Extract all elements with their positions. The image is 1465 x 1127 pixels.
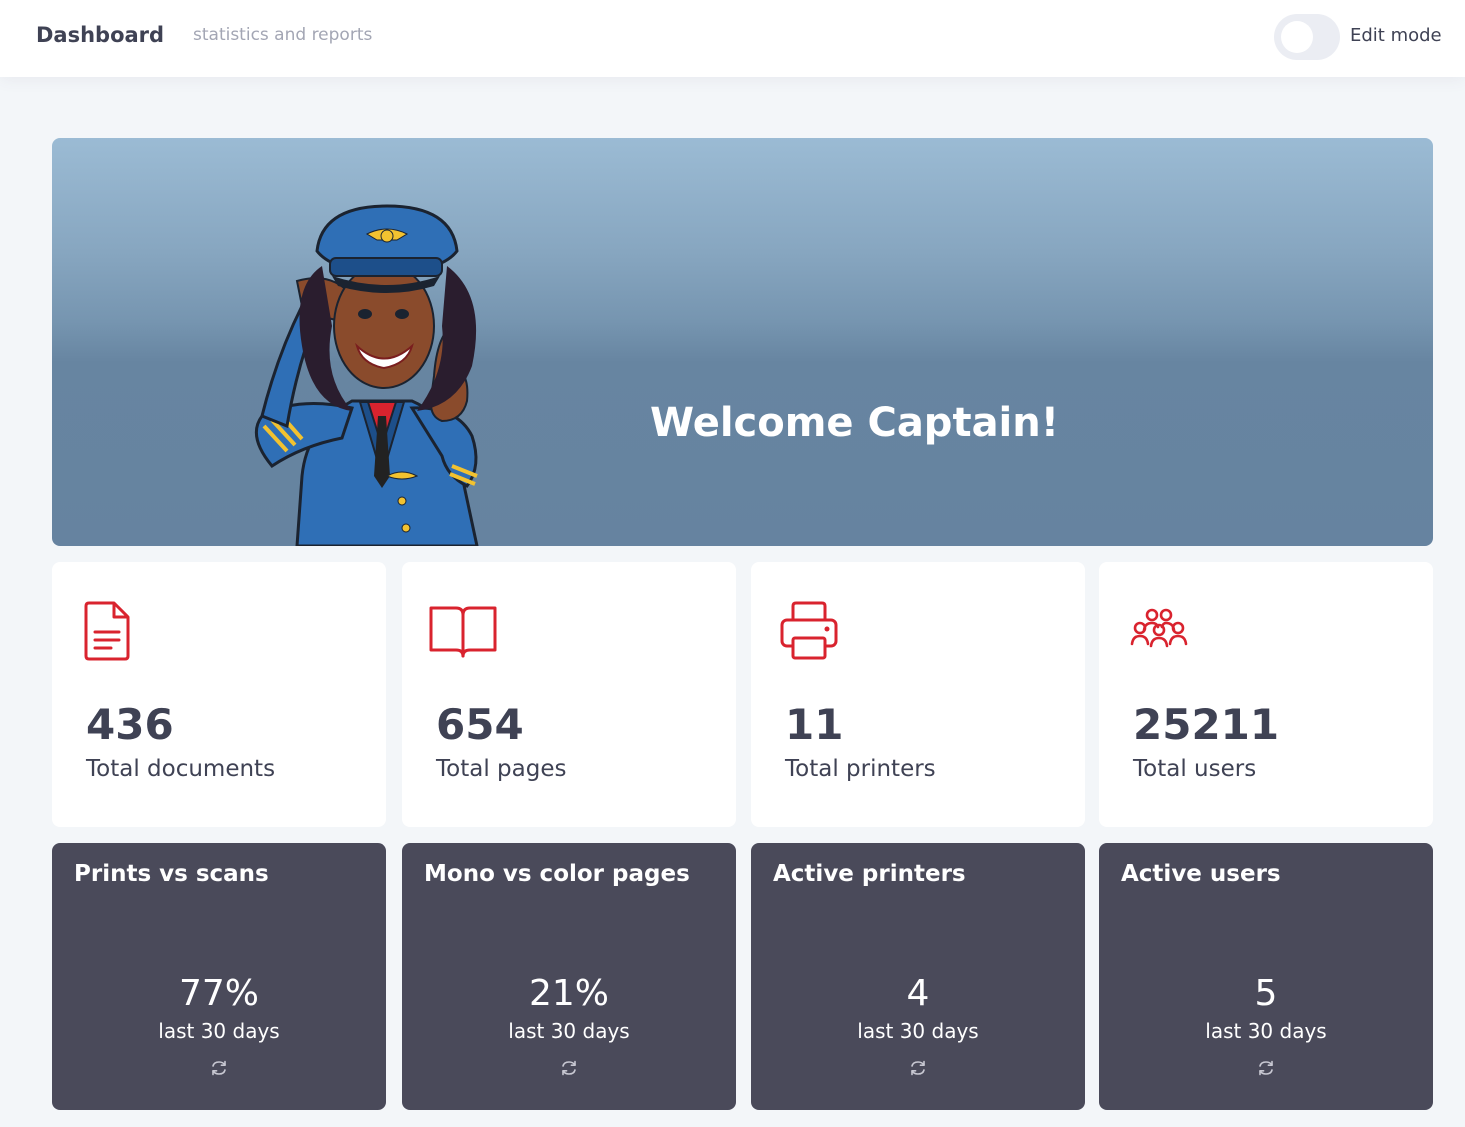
stat-card-documents: 436 Total documents: [52, 562, 386, 827]
book-icon: [429, 606, 497, 658]
kpi-title: Active printers: [773, 861, 966, 887]
welcome-heading: Welcome Captain!: [650, 400, 1059, 446]
kpi-card-active-users: Active users 5 last 30 days: [1099, 843, 1433, 1110]
document-icon: [84, 601, 130, 661]
kpi-title: Active users: [1121, 861, 1281, 887]
kpi-period: last 30 days: [1205, 1019, 1327, 1043]
kpi-value: 77%: [178, 973, 259, 1014]
kpi-title: Mono vs color pages: [424, 861, 690, 887]
kpi-value: 5: [1254, 973, 1278, 1014]
toggle-knob[interactable]: [1281, 21, 1313, 53]
kpi-period: last 30 days: [158, 1019, 280, 1043]
users-group-icon: [1130, 608, 1188, 648]
page-subtitle: statistics and reports: [193, 25, 373, 45]
kpi-title: Prints vs scans: [74, 861, 269, 887]
stat-label: Total printers: [785, 756, 936, 782]
kpi-period: last 30 days: [857, 1019, 979, 1043]
kpi-card-mono-vs-color: Mono vs color pages 21% last 30 days: [402, 843, 736, 1110]
page-title: Dashboard: [36, 23, 165, 47]
refresh-icon[interactable]: [560, 1059, 578, 1077]
kpi-period: last 30 days: [508, 1019, 630, 1043]
refresh-icon[interactable]: [1257, 1059, 1275, 1077]
kpi-card-active-printers: Active printers 4 last 30 days: [751, 843, 1085, 1110]
stat-card-printers: 11 Total printers: [751, 562, 1085, 827]
edit-mode-label: Edit mode: [1350, 25, 1442, 46]
printer-icon: [780, 601, 838, 660]
stat-value: 654: [436, 700, 524, 749]
stat-card-pages: 654 Total pages: [402, 562, 736, 827]
refresh-icon[interactable]: [909, 1059, 927, 1077]
stat-value: 25211: [1133, 700, 1280, 749]
stat-label: Total documents: [86, 756, 276, 782]
stat-card-users: 25211 Total users: [1099, 562, 1433, 827]
refresh-icon[interactable]: [210, 1059, 228, 1077]
stat-value: 436: [86, 700, 174, 749]
kpi-value: 4: [906, 973, 930, 1014]
kpi-card-prints-vs-scans: Prints vs scans 77% last 30 days: [52, 843, 386, 1110]
stat-value: 11: [785, 700, 844, 749]
edit-mode-toggle[interactable]: [1274, 14, 1340, 60]
pilot-illustration: [254, 204, 479, 546]
stat-label: Total users: [1133, 756, 1257, 782]
welcome-banner: Welcome Captain!: [52, 138, 1433, 546]
top-bar: Dashboard statistics and reports Edit mo…: [0, 0, 1465, 77]
kpi-value: 21%: [528, 973, 609, 1014]
stat-label: Total pages: [436, 756, 567, 782]
